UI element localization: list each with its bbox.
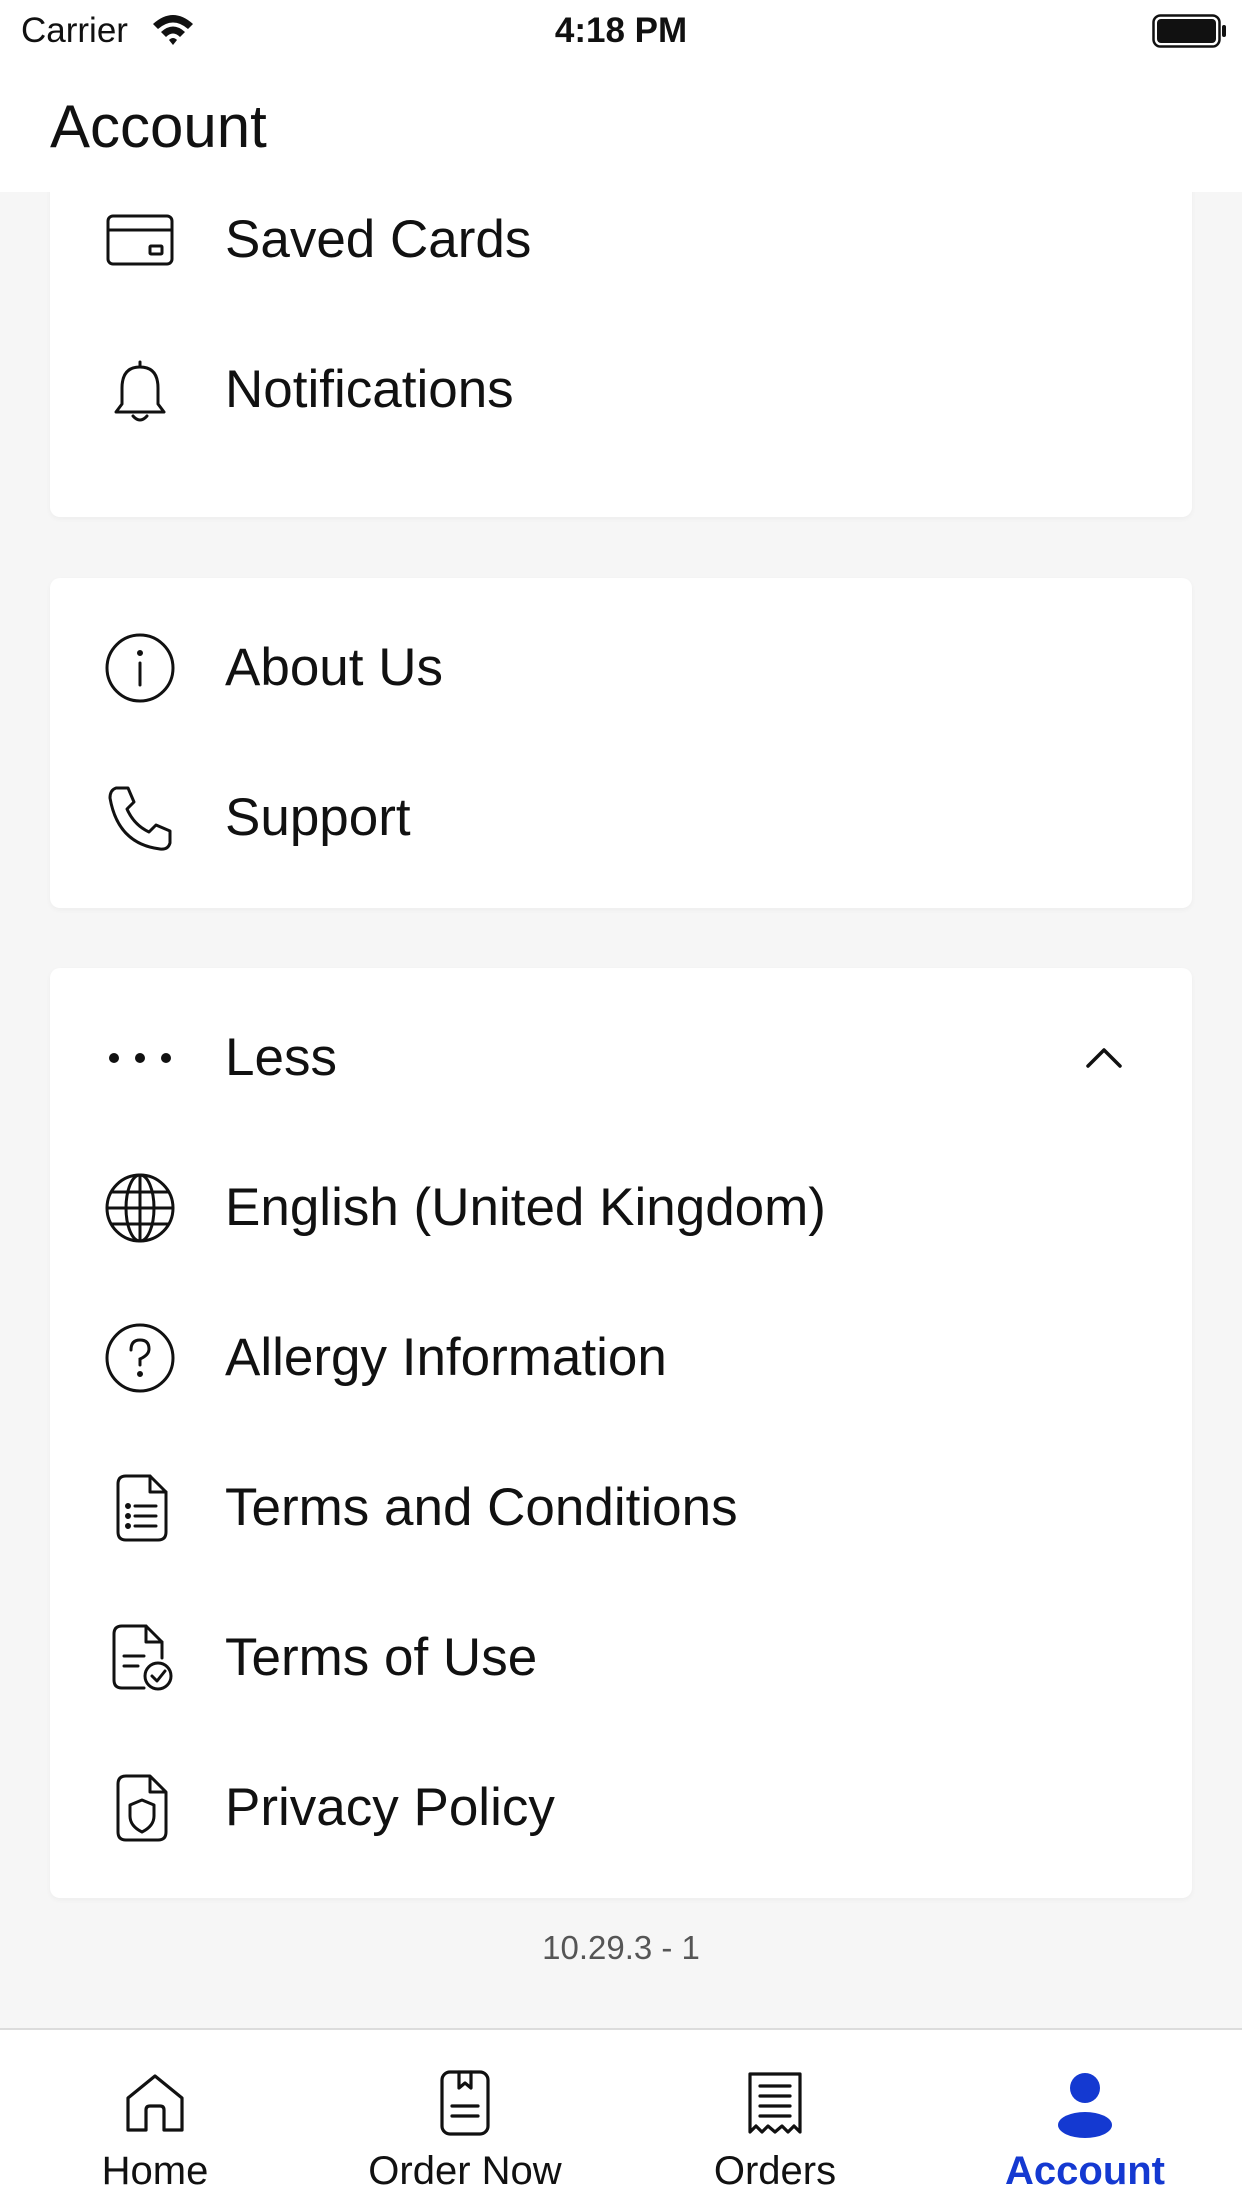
bell-icon <box>104 354 176 426</box>
menu-item-notifications[interactable]: Notifications <box>50 315 1192 465</box>
tab-label: Home <box>101 2149 209 2193</box>
menu-item-label: Saved Cards <box>225 210 532 269</box>
phone-icon <box>104 782 176 854</box>
menu-item-terms-of-use[interactable]: Terms of Use <box>50 1583 1192 1733</box>
more-dots-icon <box>104 1022 176 1094</box>
header: Account <box>0 62 1242 192</box>
tab-order-now[interactable]: Order Now <box>310 2030 620 2210</box>
menu-item-label: Support <box>225 788 411 847</box>
account-card-more: Less English (United Kingdom) Allergy In… <box>50 968 1192 1898</box>
tab-label: Order Now <box>368 2149 562 2193</box>
status-time: 4:18 PM <box>554 11 688 50</box>
menu-item-less-toggle[interactable]: Less <box>50 983 1192 1133</box>
status-bar: Carrier 4:18 PM <box>0 0 1242 62</box>
menu-item-privacy-policy[interactable]: Privacy Policy <box>50 1733 1192 1883</box>
menu-item-label: Terms of Use <box>225 1628 538 1687</box>
menu-item-label: Less <box>225 1028 337 1087</box>
info-icon <box>104 632 176 704</box>
account-card-payments: Saved Cards Notifications <box>50 160 1192 517</box>
menu-item-label: About Us <box>225 638 444 697</box>
tab-home[interactable]: Home <box>0 2030 310 2210</box>
menu-item-support[interactable]: Support <box>50 743 1192 893</box>
tab-label: Account <box>1005 2149 1165 2193</box>
battery-icon <box>1152 14 1228 48</box>
menu-item-language[interactable]: English (United Kingdom) <box>50 1133 1192 1283</box>
tab-orders[interactable]: Orders <box>620 2030 930 2210</box>
menu-item-label: Terms and Conditions <box>225 1478 738 1537</box>
menu-item-label: Privacy Policy <box>225 1778 555 1837</box>
menu-item-about-us[interactable]: About Us <box>50 593 1192 743</box>
document-check-icon <box>104 1622 176 1694</box>
menu-item-label: English (United Kingdom) <box>225 1178 826 1237</box>
tab-bar: Home Order Now Orders Account <box>0 2028 1242 2210</box>
person-icon <box>1050 2068 1120 2138</box>
page-title: Account <box>50 93 267 160</box>
tab-label: Orders <box>713 2149 837 2193</box>
tab-account[interactable]: Account <box>930 2030 1240 2210</box>
menu-item-allergy-information[interactable]: Allergy Information <box>50 1283 1192 1433</box>
app-version: 10.29.3 - 1 <box>542 1929 700 1966</box>
document-list-icon <box>104 1472 176 1544</box>
globe-icon <box>104 1172 176 1244</box>
document-shield-icon <box>104 1772 176 1844</box>
chevron-up-icon[interactable] <box>1080 1034 1128 1082</box>
question-icon <box>104 1322 176 1394</box>
home-icon <box>120 2068 190 2138</box>
order-menu-icon <box>430 2068 500 2138</box>
menu-item-label: Notifications <box>225 360 514 419</box>
receipt-icon <box>740 2068 810 2138</box>
credit-card-icon <box>104 204 176 276</box>
account-card-info: About Us Support <box>50 578 1192 908</box>
menu-item-label: Allergy Information <box>225 1328 667 1387</box>
menu-item-terms-and-conditions[interactable]: Terms and Conditions <box>50 1433 1192 1583</box>
